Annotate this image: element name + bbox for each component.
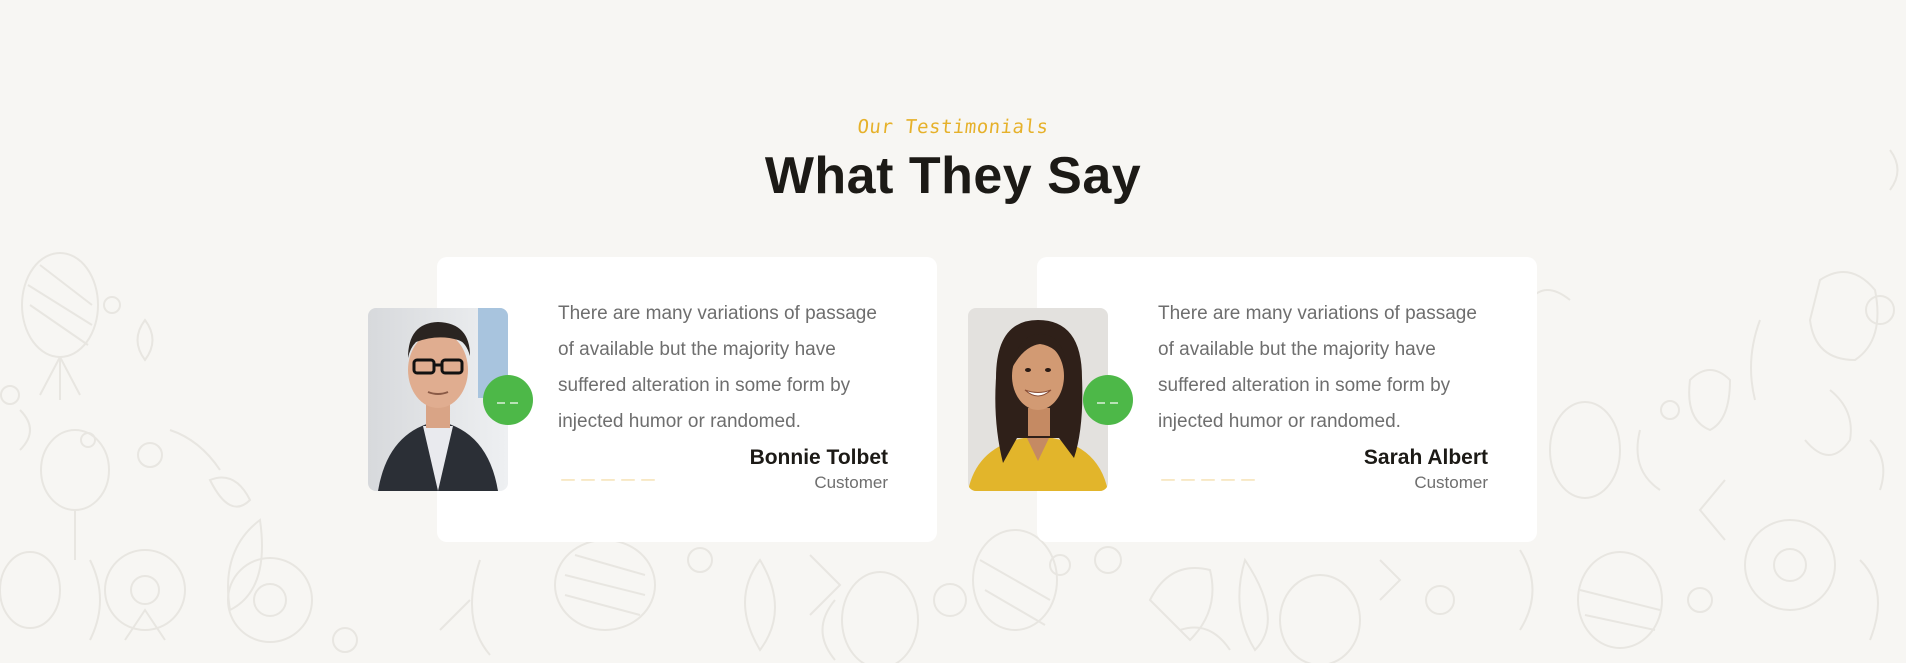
star-icon: — — [560, 470, 576, 488]
testimonial-name: Bonnie Tolbet — [749, 446, 888, 469]
testimonial-role: Customer — [1414, 473, 1488, 492]
star-icon: — — [1160, 470, 1176, 488]
star-rating: — — — — — — [1160, 471, 1256, 487]
testimonials-section: Our Testimonials What They Say There are… — [0, 0, 1906, 663]
quote-icon — [483, 375, 533, 425]
section-tagline: Our Testimonials — [856, 116, 1050, 138]
star-rating: — — — — — — [560, 471, 656, 487]
quote-icon — [1083, 375, 1133, 425]
section-heading: What They Say — [764, 147, 1142, 205]
testimonial-quote: There are many variations of passage of … — [1158, 303, 1477, 432]
star-icon: — — [1220, 470, 1236, 488]
testimonial-role: Customer — [814, 473, 888, 492]
star-icon: — — [1200, 470, 1216, 488]
star-icon: — — [580, 470, 596, 488]
star-icon: — — [1180, 470, 1196, 488]
star-icon: — — [600, 470, 616, 488]
testimonial-name: Sarah Albert — [1363, 446, 1488, 469]
testimonial-quote: There are many variations of passage of … — [558, 303, 877, 432]
star-icon: — — [620, 470, 636, 488]
